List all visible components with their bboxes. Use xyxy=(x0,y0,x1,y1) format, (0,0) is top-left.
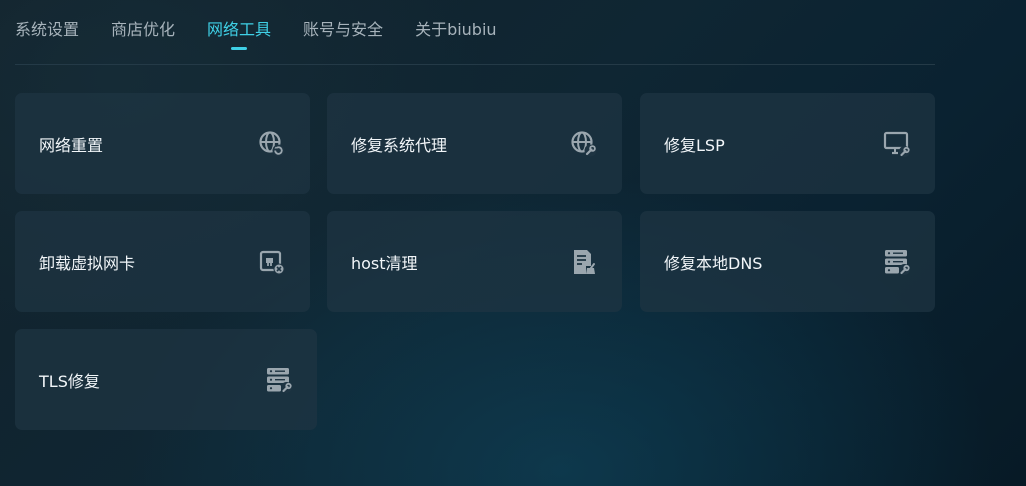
tab-store-optimization[interactable]: 商店优化 xyxy=(111,18,175,42)
server-wrench-icon xyxy=(883,248,911,276)
tls-repair-card[interactable]: TLS修复 xyxy=(15,329,317,430)
globe-wrench-icon xyxy=(570,130,598,158)
network-card-remove-icon xyxy=(258,248,286,276)
document-broom-icon xyxy=(570,248,598,276)
card-label: 修复系统代理 xyxy=(351,135,448,155)
repair-lsp-card[interactable]: 修复LSP xyxy=(640,93,935,194)
settings-tab-bar: 系统设置 商店优化 网络工具 账号与安全 关于biubiu xyxy=(15,0,935,65)
host-cleanup-card[interactable]: host清理 xyxy=(327,211,622,312)
tab-about[interactable]: 关于biubiu xyxy=(415,18,497,42)
server-wrench-icon xyxy=(265,366,293,394)
globe-refresh-icon xyxy=(258,130,286,158)
card-label: 网络重置 xyxy=(39,135,104,155)
tab-system-settings[interactable]: 系统设置 xyxy=(15,18,79,42)
tab-network-tools[interactable]: 网络工具 xyxy=(207,18,271,50)
repair-local-dns-card[interactable]: 修复本地DNS xyxy=(640,211,935,312)
card-label: 卸载虚拟网卡 xyxy=(39,253,136,273)
card-label: 修复本地DNS xyxy=(664,253,763,273)
card-label: host清理 xyxy=(351,253,418,273)
tab-account-security[interactable]: 账号与安全 xyxy=(303,18,383,42)
monitor-wrench-icon xyxy=(883,130,911,158)
repair-system-proxy-card[interactable]: 修复系统代理 xyxy=(327,93,622,194)
card-label: 修复LSP xyxy=(664,135,725,155)
uninstall-virtual-nic-card[interactable]: 卸载虚拟网卡 xyxy=(15,211,310,312)
network-reset-card[interactable]: 网络重置 xyxy=(15,93,310,194)
card-label: TLS修复 xyxy=(39,371,100,391)
